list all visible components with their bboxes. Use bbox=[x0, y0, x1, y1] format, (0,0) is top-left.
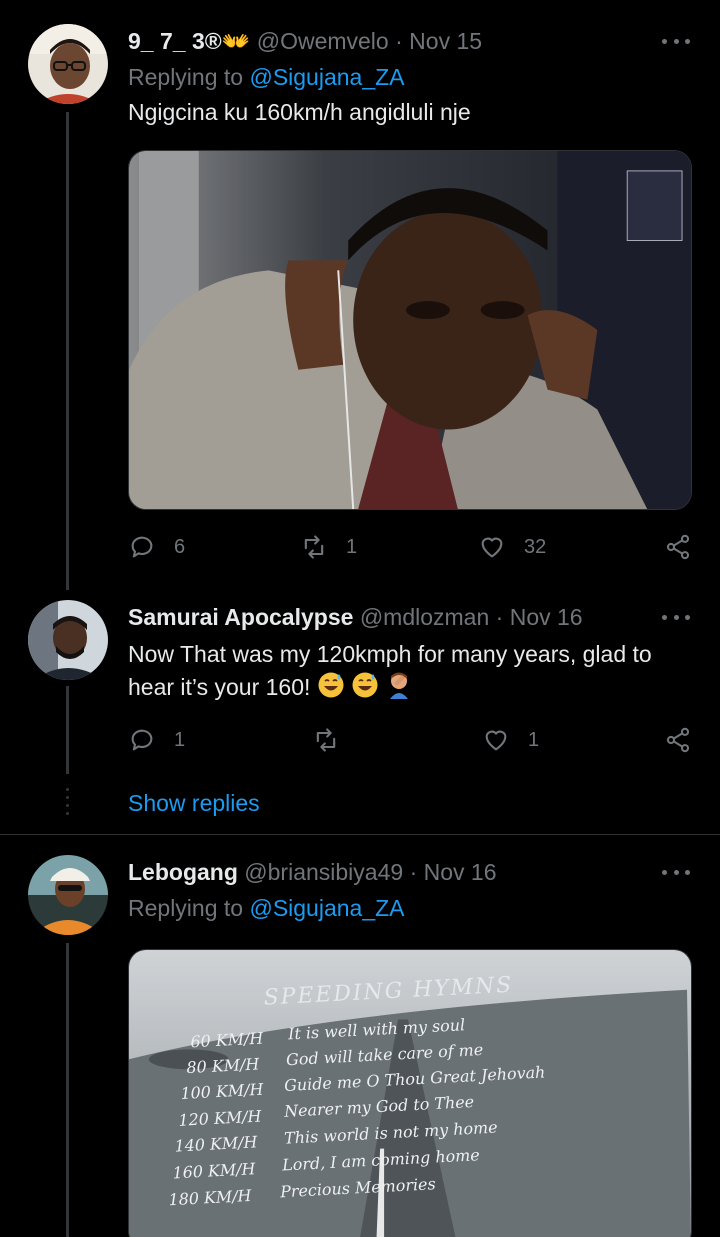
like-button[interactable]: 1 bbox=[482, 725, 539, 755]
like-count: 32 bbox=[524, 535, 547, 558]
handle[interactable]: @briansibiya49 bbox=[244, 859, 403, 885]
mention-link[interactable]: @Sigujana_ZA bbox=[249, 895, 404, 921]
retweet-count: 1 bbox=[346, 535, 358, 558]
avatar[interactable] bbox=[28, 600, 108, 680]
replying-to: Replying to @Sigujana_ZA bbox=[128, 62, 405, 92]
grinning-sweat-emoji-icon bbox=[352, 672, 378, 698]
more-icon[interactable] bbox=[662, 611, 690, 623]
man-facepalming-emoji-icon bbox=[389, 672, 408, 699]
timestamp[interactable]: Nov 16 bbox=[510, 604, 583, 630]
avatar[interactable] bbox=[28, 855, 108, 935]
display-name[interactable]: Samurai Apocalypse bbox=[128, 604, 353, 630]
tweet-briansibiya49[interactable]: Lebogang @briansibiya49 · Nov 16 Replyin… bbox=[0, 835, 720, 1237]
reply-button[interactable]: 1 bbox=[128, 725, 185, 755]
avatar-image-briansibiya49 bbox=[28, 855, 108, 935]
like-count: 1 bbox=[528, 728, 540, 751]
replying-to: Replying to @Sigujana_ZA bbox=[128, 893, 405, 923]
image-speed: 80 KM/H bbox=[186, 1054, 261, 1077]
reply-count: 1 bbox=[174, 728, 186, 751]
thread-line bbox=[66, 686, 69, 774]
photo-speeding-hymns: SPEEDING HYMNS 60 KM/H It is well with m… bbox=[129, 950, 691, 1237]
timestamp[interactable]: Nov 15 bbox=[409, 28, 482, 54]
tweet-actions: 1 1 bbox=[128, 725, 694, 755]
separator: · bbox=[495, 604, 504, 630]
tweet-header: 9_ 7_ 3®👐 @Owemvelo · Nov 15 bbox=[128, 26, 482, 56]
retweet-icon bbox=[304, 535, 324, 559]
avatar-image-owemvelo bbox=[28, 24, 108, 104]
tweet-actions: 6 1 32 bbox=[128, 532, 694, 562]
timeline: 9_ 7_ 3®👐 @Owemvelo · Nov 15 Replying to… bbox=[0, 0, 720, 1237]
tweet-header: Lebogang @briansibiya49 · Nov 16 bbox=[128, 857, 497, 887]
reply-icon bbox=[131, 729, 153, 751]
share-button[interactable] bbox=[664, 532, 692, 562]
like-icon bbox=[481, 537, 503, 558]
grinning-sweat-emoji-icon bbox=[318, 672, 344, 698]
avatar[interactable] bbox=[28, 24, 108, 104]
separator: · bbox=[395, 28, 403, 54]
tweet-text: Now That was my 120kmph for many years, … bbox=[128, 638, 698, 704]
photo-man-glasses bbox=[129, 151, 691, 509]
handle[interactable]: @Owemvelo bbox=[257, 28, 389, 54]
like-icon bbox=[485, 730, 507, 751]
handle[interactable]: @mdlozman bbox=[360, 604, 489, 630]
thread-line bbox=[66, 112, 69, 590]
more-icon[interactable] bbox=[662, 866, 690, 878]
tweet-text: Ngigcina ku 160km/h angidluli nje bbox=[128, 99, 471, 125]
share-button[interactable] bbox=[664, 725, 692, 755]
image-speed: 60 KM/H bbox=[190, 1029, 265, 1052]
separator: · bbox=[409, 859, 418, 885]
tweet-photo[interactable] bbox=[128, 150, 692, 510]
tweet-owemvelo[interactable]: 9_ 7_ 3®👐 @Owemvelo · Nov 15 Replying to… bbox=[0, 0, 720, 590]
reply-count: 6 bbox=[174, 535, 186, 558]
thread-dots bbox=[66, 788, 69, 820]
more-icon[interactable] bbox=[662, 35, 690, 47]
display-name[interactable]: 9_ 7_ 3®👐 bbox=[128, 28, 250, 54]
like-button[interactable]: 32 bbox=[478, 532, 546, 562]
retweet-icon bbox=[316, 728, 336, 752]
retweet-button[interactable]: 1 bbox=[300, 532, 357, 562]
tweet-header: Samurai Apocalypse @mdlozman · Nov 16 bbox=[128, 602, 583, 632]
reply-button[interactable]: 6 bbox=[128, 532, 185, 562]
show-replies-link[interactable]: Show replies bbox=[128, 788, 260, 818]
share-icon bbox=[666, 534, 690, 560]
share-icon bbox=[666, 727, 690, 753]
tweet-mdlozman[interactable]: Samurai Apocalypse @mdlozman · Nov 16 No… bbox=[0, 590, 720, 834]
display-name[interactable]: Lebogang bbox=[128, 859, 238, 885]
tweet-photo[interactable]: SPEEDING HYMNS 60 KM/H It is well with m… bbox=[128, 949, 692, 1237]
thread-line bbox=[66, 943, 69, 1237]
timestamp[interactable]: Nov 16 bbox=[424, 859, 497, 885]
retweet-button[interactable] bbox=[312, 725, 358, 755]
avatar-image-mdlozman bbox=[28, 600, 108, 680]
replying-to-label: Replying to bbox=[128, 895, 250, 921]
replying-to-label: Replying to bbox=[128, 64, 250, 90]
mention-link[interactable]: @Sigujana_ZA bbox=[249, 64, 404, 90]
reply-icon bbox=[131, 536, 153, 558]
